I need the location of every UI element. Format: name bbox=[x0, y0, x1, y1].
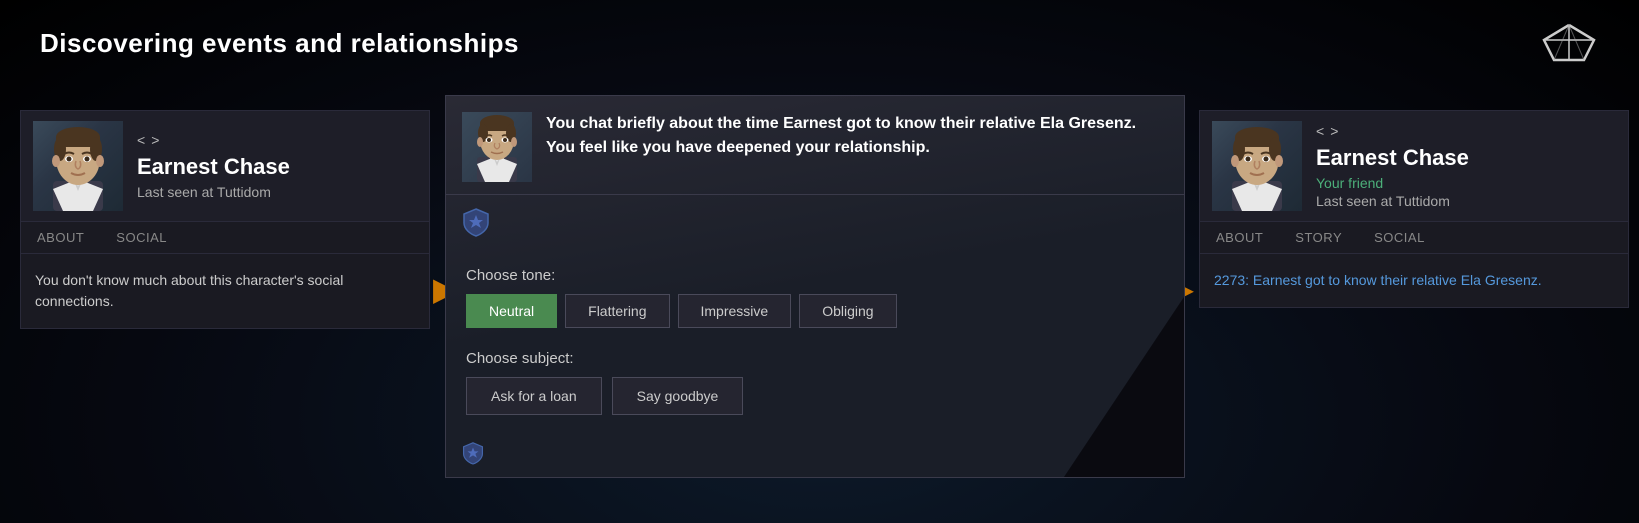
dialogue-avatar bbox=[462, 112, 532, 182]
story-link[interactable]: 2273: Earnest got to know their relative… bbox=[1214, 272, 1542, 288]
subject-loan-button[interactable]: Ask for a loan bbox=[466, 377, 602, 415]
dialogue-main-text: You chat briefly about the time Earnest … bbox=[546, 112, 1164, 160]
right-card-header: < > Earnest Chase Your friend Last seen … bbox=[1200, 111, 1628, 222]
right-tab-story[interactable]: STORY bbox=[1279, 222, 1358, 253]
right-avatar bbox=[1212, 121, 1302, 211]
right-nav-arrows[interactable]: < > bbox=[1316, 123, 1616, 139]
tone-obliging-button[interactable]: Obliging bbox=[799, 294, 896, 328]
left-char-name: Earnest Chase bbox=[137, 154, 417, 180]
left-card-body: You don't know much about this character… bbox=[21, 254, 429, 328]
game-logo bbox=[1539, 20, 1599, 75]
right-character-card: < > Earnest Chase Your friend Last seen … bbox=[1199, 110, 1629, 308]
dialogue-header: You chat briefly about the time Earnest … bbox=[446, 96, 1184, 195]
right-tab-about[interactable]: ABOUT bbox=[1200, 222, 1279, 253]
subject-goodbye-button[interactable]: Say goodbye bbox=[612, 377, 744, 415]
tone-buttons: Neutral Flattering Impressive Obliging bbox=[466, 294, 1164, 328]
left-prev-arrow[interactable]: < bbox=[137, 132, 145, 148]
right-char-name: Earnest Chase bbox=[1316, 145, 1616, 171]
left-char-location: Last seen at Tuttidom bbox=[137, 184, 417, 200]
tone-label: Choose tone: bbox=[466, 267, 1164, 284]
tone-neutral-button[interactable]: Neutral bbox=[466, 294, 557, 328]
subject-section: Choose subject: Ask for a loan Say goodb… bbox=[446, 340, 1184, 435]
right-card-info: < > Earnest Chase Your friend Last seen … bbox=[1316, 123, 1616, 209]
left-character-card: < > Earnest Chase Last seen at Tuttidom … bbox=[20, 110, 430, 329]
dialogue-panel: You chat briefly about the time Earnest … bbox=[445, 95, 1185, 478]
left-avatar bbox=[33, 121, 123, 211]
subject-buttons: Ask for a loan Say goodbye bbox=[466, 377, 1164, 415]
right-char-location: Last seen at Tuttidom bbox=[1316, 193, 1616, 209]
right-tab-social[interactable]: SOCIAL bbox=[1358, 222, 1441, 253]
left-tab-about[interactable]: ABOUT bbox=[21, 222, 100, 253]
page-title: Discovering events and relationships bbox=[40, 28, 519, 59]
tone-impressive-button[interactable]: Impressive bbox=[678, 294, 792, 328]
left-card-info: < > Earnest Chase Last seen at Tuttidom bbox=[137, 132, 417, 200]
left-card-header: < > Earnest Chase Last seen at Tuttidom bbox=[21, 111, 429, 222]
tone-section: Choose tone: Neutral Flattering Impressi… bbox=[446, 255, 1184, 340]
left-tab-social[interactable]: SOCIAL bbox=[100, 222, 183, 253]
right-next-arrow[interactable]: > bbox=[1330, 123, 1338, 139]
right-card-tabs: ABOUT STORY SOCIAL bbox=[1200, 222, 1628, 254]
right-char-friend-status: Your friend bbox=[1316, 175, 1616, 191]
shield-icon-top bbox=[462, 207, 1168, 243]
left-card-tabs: ABOUT SOCIAL bbox=[21, 222, 429, 254]
shield-icon-bottom bbox=[462, 441, 1168, 471]
right-prev-arrow[interactable]: < bbox=[1316, 123, 1324, 139]
left-next-arrow[interactable]: > bbox=[151, 132, 159, 148]
tone-flattering-button[interactable]: Flattering bbox=[565, 294, 669, 328]
right-card-body: 2273: Earnest got to know their relative… bbox=[1200, 254, 1628, 307]
subject-label: Choose subject: bbox=[466, 350, 1164, 367]
left-nav-arrows[interactable]: < > bbox=[137, 132, 417, 148]
